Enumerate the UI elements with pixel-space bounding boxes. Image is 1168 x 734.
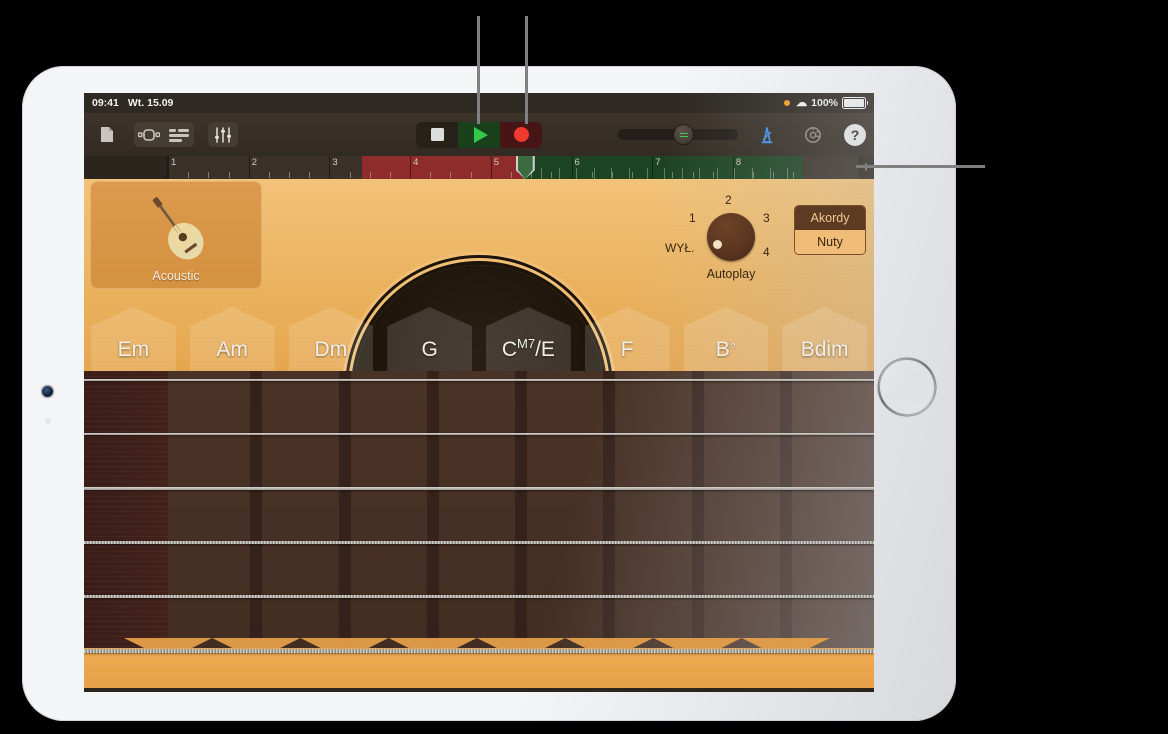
fretboard-nut [84, 371, 168, 654]
ipad-screen: 09:41 Wt. 15.09 ☁ 100% ? 1 2 3 4 5 6 7 8… [84, 93, 874, 692]
battery-icon [842, 97, 869, 109]
guitar-string[interactable] [84, 541, 874, 544]
ruler-red-region[interactable] [361, 156, 524, 179]
orange-dot-icon [784, 100, 791, 106]
mode-button-nuty[interactable]: Nuty [795, 230, 865, 254]
chord-label: Am [216, 338, 248, 361]
ruler-bar-number: 6 [574, 157, 580, 168]
ruler-bar-number: 3 [332, 157, 338, 168]
mode-switch: Akordy Nuty [794, 205, 866, 255]
home-button[interactable] [877, 357, 937, 417]
master-level-slider[interactable] [618, 125, 738, 144]
ambient-light-sensor-icon [45, 418, 51, 424]
acoustic-guitar-icon [152, 197, 204, 260]
chord-strip[interactable]: B♭ [677, 307, 776, 371]
tracks-view-icon[interactable] [164, 122, 194, 147]
playhead-marker[interactable] [515, 156, 535, 179]
timeline-ruler: 12345678 + [84, 156, 874, 179]
chord-label: CM7/E [501, 336, 555, 361]
battery-percent: 100% [811, 97, 838, 109]
fret-divider [779, 371, 792, 654]
callout-line-ruler [856, 165, 985, 168]
loop-browser-icon[interactable] [134, 122, 164, 147]
autoplay-label: Autoplay [706, 267, 756, 281]
ruler-bar-number: 5 [493, 157, 500, 168]
autoplay-pos-4[interactable]: 4 [763, 245, 770, 259]
status-time: 09:41 [92, 97, 119, 109]
metronome-icon[interactable] [752, 122, 782, 147]
chord-label: Dm [314, 338, 348, 361]
chord-label: Em [117, 338, 150, 361]
toolbar-left-group [92, 122, 240, 147]
chord-label: G [421, 338, 438, 361]
record-button[interactable] [500, 121, 542, 148]
chord-strip[interactable]: Bdim [775, 307, 874, 371]
mixer-icon[interactable] [208, 122, 238, 147]
stop-icon [430, 128, 444, 141]
fretboard[interactable] [84, 371, 874, 692]
callout-line-play [477, 16, 480, 124]
play-icon [473, 126, 488, 143]
ipad-device-frame: 09:41 Wt. 15.09 ☁ 100% ? 1 2 3 4 5 6 7 8… [22, 66, 956, 721]
instrument-body: Acoustic 1 2 3 4 WYŁ. Autoplay Akordy Nu… [84, 179, 874, 692]
stop-button[interactable] [416, 121, 458, 148]
guitar-string[interactable] [84, 433, 874, 436]
camera-icon [42, 386, 53, 397]
fret-divider [338, 371, 351, 654]
autoplay-control: 1 2 3 4 WYŁ. Autoplay [665, 189, 796, 289]
chord-label: B♭ [715, 336, 736, 361]
ruler-bar-number: 4 [413, 157, 419, 168]
chord-strip[interactable]: G [380, 307, 479, 371]
guitar-string[interactable] [84, 595, 874, 599]
level-slider-knob[interactable] [674, 125, 693, 144]
autoplay-knob[interactable] [707, 213, 755, 261]
guitar-string[interactable] [84, 487, 874, 490]
toolbar-right-group: ? [618, 122, 866, 147]
ruler-bar-number: 7 [655, 157, 661, 168]
screenshot-root: 09:41 Wt. 15.09 ☁ 100% ? 1 2 3 4 5 6 7 8… [0, 0, 1168, 734]
play-button[interactable] [458, 121, 500, 148]
autoplay-pos-3[interactable]: 3 [763, 211, 770, 225]
ruler-left-pad [84, 156, 168, 179]
ruler-bar-number: 1 [171, 157, 177, 168]
chord-strip[interactable]: CM7/E [479, 307, 578, 371]
wifi-icon: ☁ [796, 96, 808, 109]
fret-divider [603, 371, 616, 654]
help-button[interactable]: ? [844, 123, 866, 146]
autoplay-pos-2[interactable]: 2 [725, 193, 732, 207]
chord-strip[interactable]: F [578, 307, 677, 371]
instrument-tile-label: Acoustic [152, 269, 200, 283]
ruler-track[interactable]: 1 2 3 4 5 6 7 8 [168, 156, 858, 179]
transport-controls [416, 121, 542, 148]
record-icon [513, 127, 529, 142]
ruler-bar-number: 8 [735, 157, 742, 168]
fret-divider [515, 371, 527, 654]
mode-button-akordy[interactable]: Akordy [795, 206, 865, 230]
autoplay-off-label[interactable]: WYŁ. [665, 241, 694, 255]
guitar-string[interactable] [84, 649, 874, 653]
fretboard-bottom-wood [84, 648, 874, 692]
autoplay-knob-indicator [713, 240, 722, 249]
chord-strip[interactable]: Am [183, 307, 282, 371]
document-icon[interactable] [92, 122, 122, 147]
callout-line-record [525, 16, 528, 124]
fret-divider [691, 371, 704, 654]
chord-strip-row: Em Am Dm G CM7/E F B♭ Bdim [84, 307, 874, 371]
gear-icon[interactable] [798, 122, 828, 147]
screen-bottom-edge [84, 688, 874, 692]
chord-label: Bdim [800, 338, 849, 361]
autoplay-pos-1[interactable]: 1 [689, 211, 696, 225]
fret-divider [426, 371, 439, 654]
ruler-bar-number: 2 [251, 157, 257, 168]
chord-strip[interactable]: Em [84, 307, 183, 371]
chord-strip[interactable]: Dm [282, 307, 381, 371]
fret-divider [250, 371, 263, 654]
chord-label: F [620, 338, 634, 361]
toolbar-view-pair [134, 122, 194, 147]
instrument-selector-acoustic[interactable]: Acoustic [90, 181, 262, 289]
status-date: Wt. 15.09 [127, 97, 174, 109]
guitar-string[interactable] [84, 379, 874, 381]
